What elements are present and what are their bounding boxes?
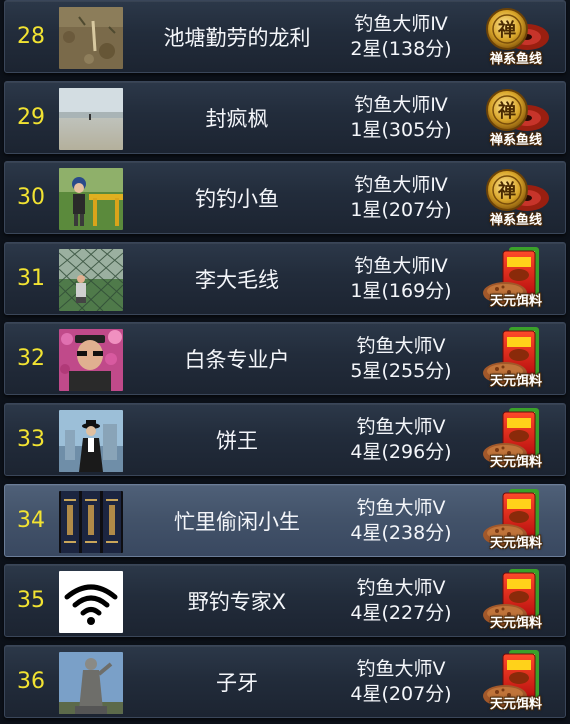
rank-title: 钓鱼大师Ⅴ: [356, 658, 446, 680]
player-rank-info: 钓鱼大师Ⅴ 4星(207分): [337, 657, 465, 707]
player-avatar[interactable]: [59, 88, 123, 150]
bait-pack-icon[interactable]: 天元饵料: [479, 245, 553, 313]
rank-title: 钓鱼大师Ⅴ: [356, 416, 446, 438]
rank-stars-score: 4星(227分): [350, 602, 452, 624]
bait-pack-icon[interactable]: 天元饵料: [479, 325, 553, 393]
player-rank-info: 钓鱼大师Ⅳ 2星(138分): [337, 12, 465, 62]
fishing-line-reel-icon[interactable]: 禅禅系鱼线: [479, 164, 553, 232]
svg-text:禅: 禅: [497, 19, 516, 41]
rank-stars-score: 4星(296分): [350, 441, 452, 463]
rank-stars-score: 1星(305分): [350, 119, 452, 141]
bait-pack-icon[interactable]: 天元饵料: [479, 487, 553, 555]
player-avatar[interactable]: [59, 249, 123, 311]
leaderboard-row[interactable]: 28 池塘勤劳的龙利 钓鱼大师Ⅳ 2星(138分) 禅禅系鱼线: [4, 0, 566, 73]
rank-stars-score: 1星(207分): [350, 199, 452, 221]
rank-number: 32: [17, 346, 45, 371]
rank-number: 34: [17, 508, 45, 533]
player-rank-info: 钓鱼大师Ⅴ 4星(227分): [337, 576, 465, 626]
player-avatar[interactable]: [59, 571, 123, 633]
rank-number: 31: [17, 266, 45, 291]
reward-label: 禅系鱼线: [489, 52, 542, 67]
player-rank-info: 钓鱼大师Ⅴ 5星(255分): [337, 334, 465, 384]
fishing-line-reel-icon[interactable]: 禅禅系鱼线: [479, 3, 553, 71]
rank-title: 钓鱼大师Ⅴ: [356, 497, 446, 519]
leaderboard-row[interactable]: 29 封疯枫 钓鱼大师Ⅳ 1星(305分) 禅禅系鱼线: [4, 81, 566, 154]
reward-label: 天元饵料: [489, 536, 542, 551]
player-rank-info: 钓鱼大师Ⅴ 4星(238分): [337, 496, 465, 546]
leaderboard-list: 28 池塘勤劳的龙利 钓鱼大师Ⅳ 2星(138分) 禅禅系鱼线 29 封疯枫 钓鱼大师Ⅳ 1星(…: [0, 0, 570, 724]
rank-number: 28: [17, 24, 45, 49]
player-name: 钓钓小鱼: [195, 186, 279, 211]
rank-stars-score: 2星(138分): [350, 38, 452, 60]
player-rank-info: 钓鱼大师Ⅳ 1星(305分): [337, 93, 465, 143]
player-name: 野钓专家X: [187, 589, 287, 614]
player-avatar[interactable]: [59, 410, 123, 472]
rank-number: 30: [17, 185, 45, 210]
player-avatar[interactable]: [59, 491, 123, 553]
leaderboard-row[interactable]: 32 白条专业户 钓鱼大师Ⅴ 5星(255分) 天元饵料: [4, 322, 566, 395]
svg-text:禅: 禅: [497, 100, 516, 122]
reward-label: 天元饵料: [489, 455, 542, 470]
player-rank-info: 钓鱼大师Ⅴ 4星(296分): [337, 415, 465, 465]
rank-title: 钓鱼大师Ⅴ: [356, 335, 446, 357]
reward-label: 禅系鱼线: [489, 133, 542, 148]
player-rank-info: 钓鱼大师Ⅳ 1星(169分): [337, 254, 465, 304]
reward-label: 天元饵料: [489, 374, 542, 389]
reward-label: 天元饵料: [489, 294, 542, 309]
rank-number: 33: [17, 427, 45, 452]
rank-number: 29: [17, 105, 45, 130]
bait-pack-icon[interactable]: 天元饵料: [479, 567, 553, 635]
svg-text:禅: 禅: [497, 180, 516, 202]
rank-title: 钓鱼大师Ⅳ: [354, 255, 448, 277]
player-name: 封疯枫: [205, 106, 269, 131]
player-name: 白条专业户: [184, 347, 290, 372]
leaderboard-row[interactable]: 30 钓钓小鱼 钓鱼大师Ⅳ 1星(207分) 禅禅系鱼线: [4, 161, 566, 234]
rank-title: 钓鱼大师Ⅳ: [354, 13, 448, 35]
rank-stars-score: 4星(207分): [350, 683, 452, 705]
rank-stars-score: 1星(169分): [350, 280, 452, 302]
rank-number: 36: [17, 669, 45, 694]
bait-pack-icon[interactable]: 天元饵料: [479, 648, 553, 716]
bait-pack-icon[interactable]: 天元饵料: [479, 406, 553, 474]
reward-label: 天元饵料: [489, 697, 542, 712]
player-avatar[interactable]: [59, 652, 123, 714]
player-avatar[interactable]: [59, 329, 123, 391]
rank-stars-score: 5星(255分): [350, 360, 452, 382]
rank-number: 35: [17, 588, 45, 613]
player-avatar[interactable]: [59, 7, 123, 69]
player-name: 子牙: [216, 670, 258, 695]
rank-title: 钓鱼大师Ⅳ: [354, 174, 448, 196]
player-name: 饼王: [216, 428, 258, 453]
rank-stars-score: 4星(238分): [350, 522, 452, 544]
rank-title: 钓鱼大师Ⅴ: [356, 577, 446, 599]
rank-title: 钓鱼大师Ⅳ: [354, 94, 448, 116]
leaderboard-row[interactable]: 36 子牙 钓鱼大师Ⅴ 4星(207分) 天元饵料: [4, 645, 566, 718]
leaderboard-row[interactable]: 34 忙里偷闲小生 钓鱼大师Ⅴ 4星(238分) 天元饵料: [4, 484, 566, 557]
leaderboard-row[interactable]: 31 李大毛线 钓鱼大师Ⅳ 1星(169分) 天元饵料: [4, 242, 566, 315]
leaderboard-row[interactable]: 35 野钓专家X 钓鱼大师Ⅴ 4星(227分) 天元饵料: [4, 564, 566, 637]
player-avatar[interactable]: [59, 168, 123, 230]
leaderboard-row[interactable]: 33 饼王 钓鱼大师Ⅴ 4星(296分) 天元饵料: [4, 403, 566, 476]
player-rank-info: 钓鱼大师Ⅳ 1星(207分): [337, 173, 465, 223]
player-name: 李大毛线: [195, 267, 279, 292]
fishing-line-reel-icon[interactable]: 禅禅系鱼线: [479, 84, 553, 152]
player-name: 池塘勤劳的龙利: [163, 25, 311, 50]
player-name: 忙里偷闲小生: [174, 509, 300, 534]
reward-label: 天元饵料: [489, 616, 542, 631]
reward-label: 禅系鱼线: [489, 213, 542, 228]
